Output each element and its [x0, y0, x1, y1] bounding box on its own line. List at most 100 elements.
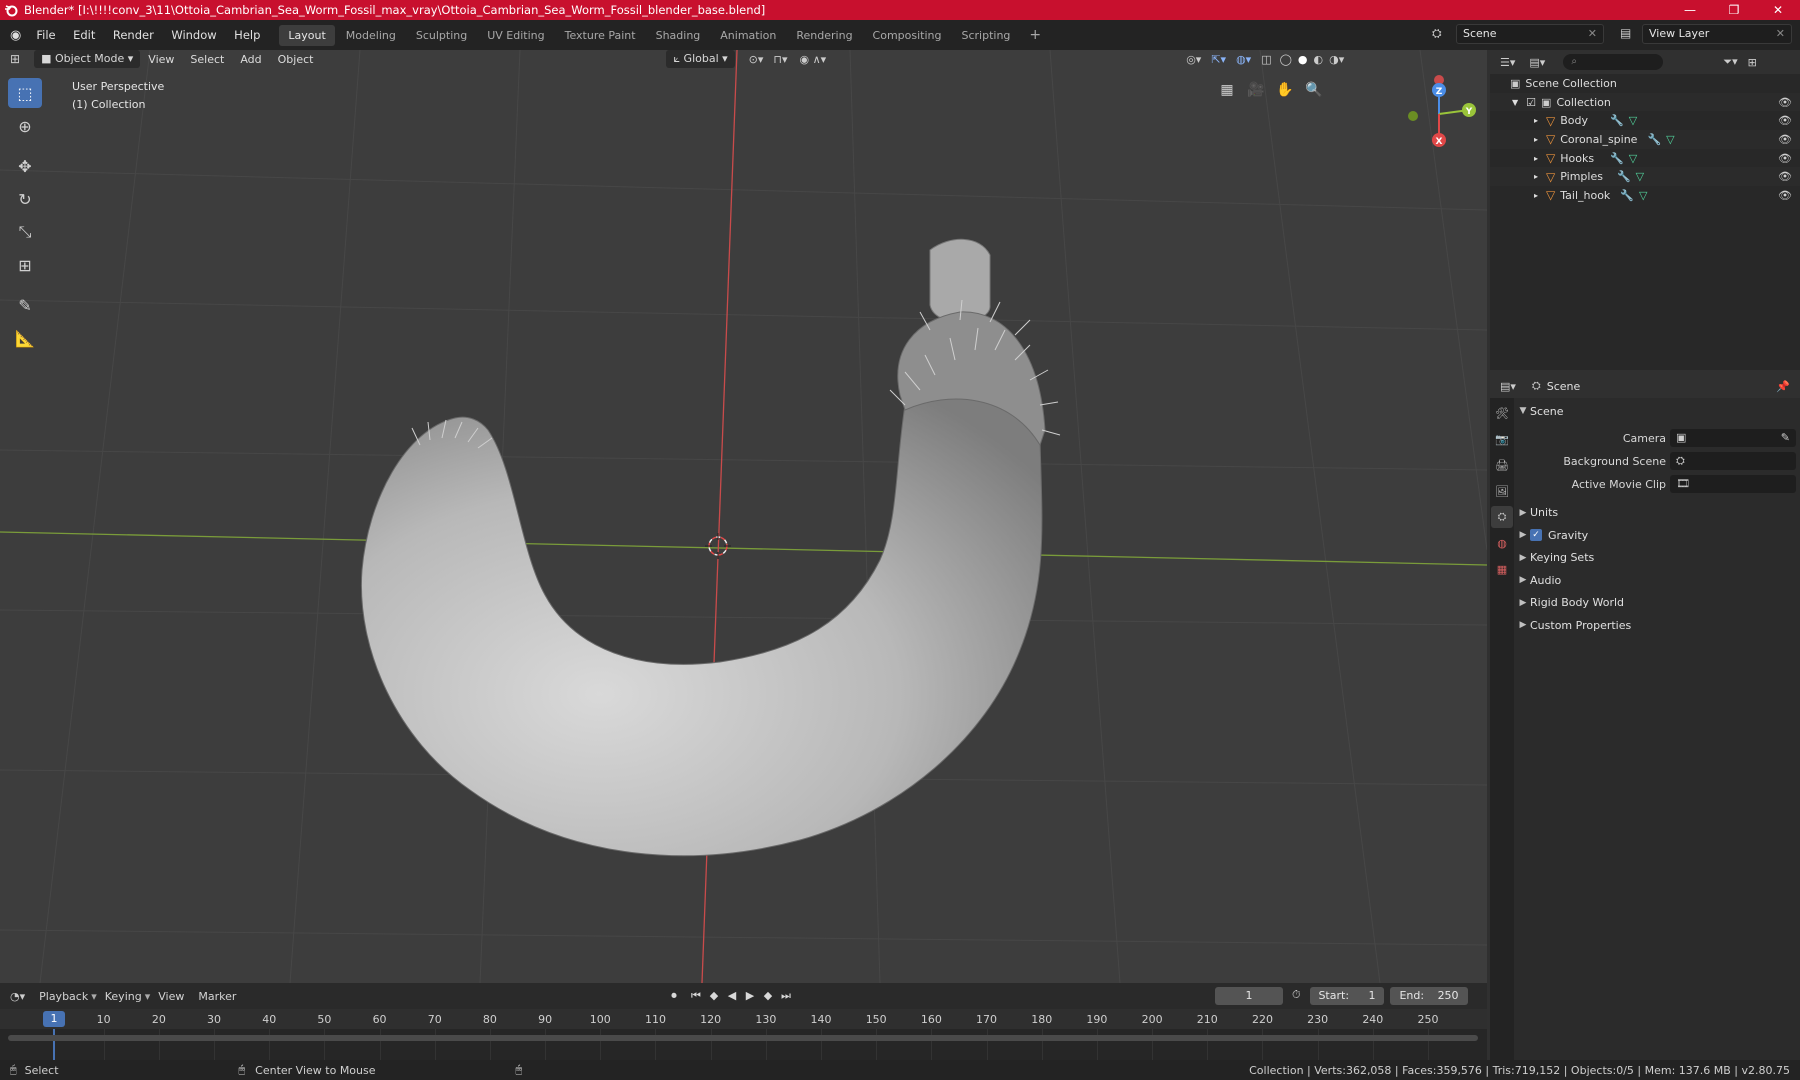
- pin-icon[interactable]: 📌: [1776, 380, 1790, 393]
- overlay-toggle-icon[interactable]: ◍▾: [1236, 53, 1251, 66]
- view-layer-icon[interactable]: ▤: [1620, 26, 1631, 40]
- current-frame-field[interactable]: 1: [1215, 987, 1283, 1005]
- tab-modeling[interactable]: Modeling: [337, 25, 405, 46]
- transform-orientation-selector[interactable]: ⟀ Global ▾: [666, 50, 735, 68]
- start-frame-field[interactable]: Start: 1: [1310, 987, 1384, 1005]
- mesh-data-icon[interactable]: ▽: [1629, 114, 1637, 127]
- audio-panel-header[interactable]: ▶ Audio: [1516, 569, 1800, 592]
- viewport-scene[interactable]: [0, 50, 1487, 983]
- active-movie-clip-field[interactable]: 🎞: [1670, 474, 1796, 493]
- close-icon[interactable]: ✕: [1588, 25, 1597, 43]
- background-scene-field[interactable]: ⛭: [1670, 451, 1796, 470]
- timeline-editor[interactable]: ◔▾ Playback ▾ Keying ▾ View Marker ⏺ ⏮ ◆ ◀…: [0, 983, 1487, 1070]
- close-icon[interactable]: ✕: [1776, 25, 1785, 43]
- expand-arrow-icon[interactable]: ▸: [1534, 191, 1538, 200]
- render-tab-icon[interactable]: 📷: [1491, 428, 1513, 450]
- tab-uv-editing[interactable]: UV Editing: [478, 25, 553, 46]
- zoom-icon[interactable]: 🔍: [1301, 77, 1327, 103]
- keying-sets-panel-header[interactable]: ▶ Keying Sets: [1516, 547, 1800, 570]
- record-icon[interactable]: ⏺: [665, 988, 683, 1004]
- transform-icon[interactable]: ⊞: [8, 250, 42, 280]
- modifier-icon[interactable]: 🔧: [1610, 114, 1624, 127]
- outliner-item-pimples[interactable]: ▸ ▽ Pimples 🔧 ▽ 👁: [1490, 167, 1800, 187]
- current-frame-indicator[interactable]: 1: [43, 1011, 65, 1027]
- timeline-menu-playback[interactable]: Playback: [39, 990, 88, 1003]
- cursor-icon[interactable]: ⊕: [8, 111, 42, 141]
- outliner-scene-collection[interactable]: ▣ Scene Collection: [1490, 74, 1800, 93]
- visibility-icon[interactable]: ◎▾: [1186, 53, 1201, 66]
- modifier-icon[interactable]: 🔧: [1617, 170, 1631, 183]
- new-collection-icon[interactable]: ⊞: [1748, 56, 1757, 69]
- visibility-eye-icon[interactable]: 👁: [1778, 152, 1792, 165]
- menu-file[interactable]: File: [36, 28, 55, 42]
- jump-start-icon[interactable]: ⏮: [687, 988, 705, 1004]
- visibility-eye-icon[interactable]: 👁: [1778, 96, 1792, 109]
- outliner-item-body[interactable]: ▸ ▽ Body 🔧 ▽ 👁: [1490, 111, 1800, 130]
- scene-type-icon[interactable]: ⛭: [1432, 26, 1442, 41]
- outliner-editor-icon[interactable]: ☰▾: [1500, 56, 1515, 69]
- end-frame-field[interactable]: End: 250: [1390, 987, 1468, 1005]
- play-icon[interactable]: ▶: [741, 988, 759, 1004]
- rendered-shading-icon[interactable]: ◑▾: [1329, 53, 1344, 66]
- mesh-data-icon[interactable]: ▽: [1666, 133, 1674, 146]
- mesh-data-icon[interactable]: ▽: [1639, 189, 1647, 202]
- display-mode-icon[interactable]: ▤▾: [1529, 56, 1545, 69]
- eyedropper-icon[interactable]: ✎: [1781, 429, 1790, 447]
- select-box-icon[interactable]: ⬚: [8, 78, 42, 108]
- maximize-button[interactable]: ❐: [1712, 0, 1756, 20]
- expand-arrow-icon[interactable]: ▸: [1534, 154, 1538, 163]
- frame-ruler[interactable]: 1 10 20 30 40 50 60 70 80 90 100 110 120 130 140 150 160…: [0, 1009, 1487, 1029]
- gravity-checkbox[interactable]: ✓: [1530, 529, 1542, 542]
- minimize-button[interactable]: —: [1668, 0, 1712, 20]
- pivot-icon[interactable]: ⊙▾: [749, 53, 764, 66]
- viewport-menu-view[interactable]: View: [148, 53, 174, 66]
- gizmo-toggle-icon[interactable]: ⇱▾: [1211, 53, 1226, 66]
- visibility-eye-icon[interactable]: 👁: [1778, 133, 1792, 146]
- navigation-gizmo[interactable]: Z Y X: [1399, 74, 1479, 154]
- pan-hand-icon[interactable]: ✋: [1272, 77, 1298, 103]
- solid-shading-icon[interactable]: ●: [1298, 53, 1308, 66]
- jump-end-icon[interactable]: ⏭: [777, 988, 795, 1004]
- filter-icon[interactable]: ⏷▾: [1723, 55, 1737, 69]
- proportional-edit-icon[interactable]: ◉ ∧▾: [800, 53, 827, 66]
- next-keyframe-icon[interactable]: ◆: [759, 988, 777, 1004]
- expand-arrow-icon[interactable]: ▼: [1512, 98, 1518, 107]
- tab-sculpting[interactable]: Sculpting: [407, 25, 476, 46]
- modifier-icon[interactable]: 🔧: [1620, 189, 1634, 202]
- camera-view-icon[interactable]: 🎥: [1243, 77, 1269, 103]
- timeline-scrollbar[interactable]: [8, 1035, 1478, 1041]
- scene-tab-icon[interactable]: ⛭: [1491, 506, 1513, 528]
- tab-scripting[interactable]: Scripting: [953, 25, 1020, 46]
- timeline-menu-marker[interactable]: Marker: [198, 990, 236, 1003]
- viewport-menu-object[interactable]: Object: [278, 53, 314, 66]
- texture-tab-icon[interactable]: ▦: [1491, 558, 1513, 580]
- stopwatch-icon[interactable]: ⏱: [1292, 988, 1301, 1002]
- units-panel-header[interactable]: ▶ Units: [1516, 502, 1800, 525]
- mesh-data-icon[interactable]: ▽: [1629, 152, 1637, 165]
- properties-editor-icon[interactable]: ▤▾: [1500, 380, 1516, 393]
- editor-type-icon[interactable]: ⊞: [10, 52, 20, 66]
- wireframe-shading-icon[interactable]: ◯: [1280, 53, 1292, 66]
- snap-icon[interactable]: ⊓▾: [773, 53, 787, 66]
- expand-arrow-icon[interactable]: ▸: [1534, 172, 1538, 181]
- checkbox-icon[interactable]: ☑: [1526, 96, 1536, 109]
- viewport-menu-select[interactable]: Select: [190, 53, 224, 66]
- output-tab-icon[interactable]: 🖨: [1491, 454, 1513, 476]
- modifier-icon[interactable]: 🔧: [1610, 152, 1624, 165]
- scene-panel-header[interactable]: ▼ Scene: [1516, 400, 1800, 423]
- menu-render[interactable]: Render: [113, 28, 154, 42]
- outliner-item-coronal-spine[interactable]: ▸ ▽ Coronal_spine 🔧 ▽ 👁: [1490, 130, 1800, 149]
- tab-compositing[interactable]: Compositing: [864, 25, 951, 46]
- tab-shading[interactable]: Shading: [647, 25, 710, 46]
- outliner[interactable]: ☰▾ ▤▾ ⌕ ⏷▾ ⊞ ▣ Scene Collection ▼ ☑ ▣ Co…: [1490, 50, 1800, 370]
- expand-arrow-icon[interactable]: ▸: [1534, 135, 1538, 144]
- menu-window[interactable]: Window: [171, 28, 216, 42]
- 3d-viewport[interactable]: ⊞ ■ Object Mode ▾ View Select Add Object…: [0, 50, 1487, 983]
- outliner-item-tail-hook[interactable]: ▸ ▽ Tail_hook 🔧 ▽ 👁: [1490, 186, 1800, 205]
- move-icon[interactable]: ✥: [8, 151, 42, 181]
- play-reverse-icon[interactable]: ◀: [723, 988, 741, 1004]
- mode-selector[interactable]: ■ Object Mode ▾: [34, 50, 141, 68]
- tab-rendering[interactable]: Rendering: [787, 25, 861, 46]
- tool-tab-icon[interactable]: 🛠: [1491, 402, 1513, 424]
- rotate-icon[interactable]: ↻: [8, 184, 42, 214]
